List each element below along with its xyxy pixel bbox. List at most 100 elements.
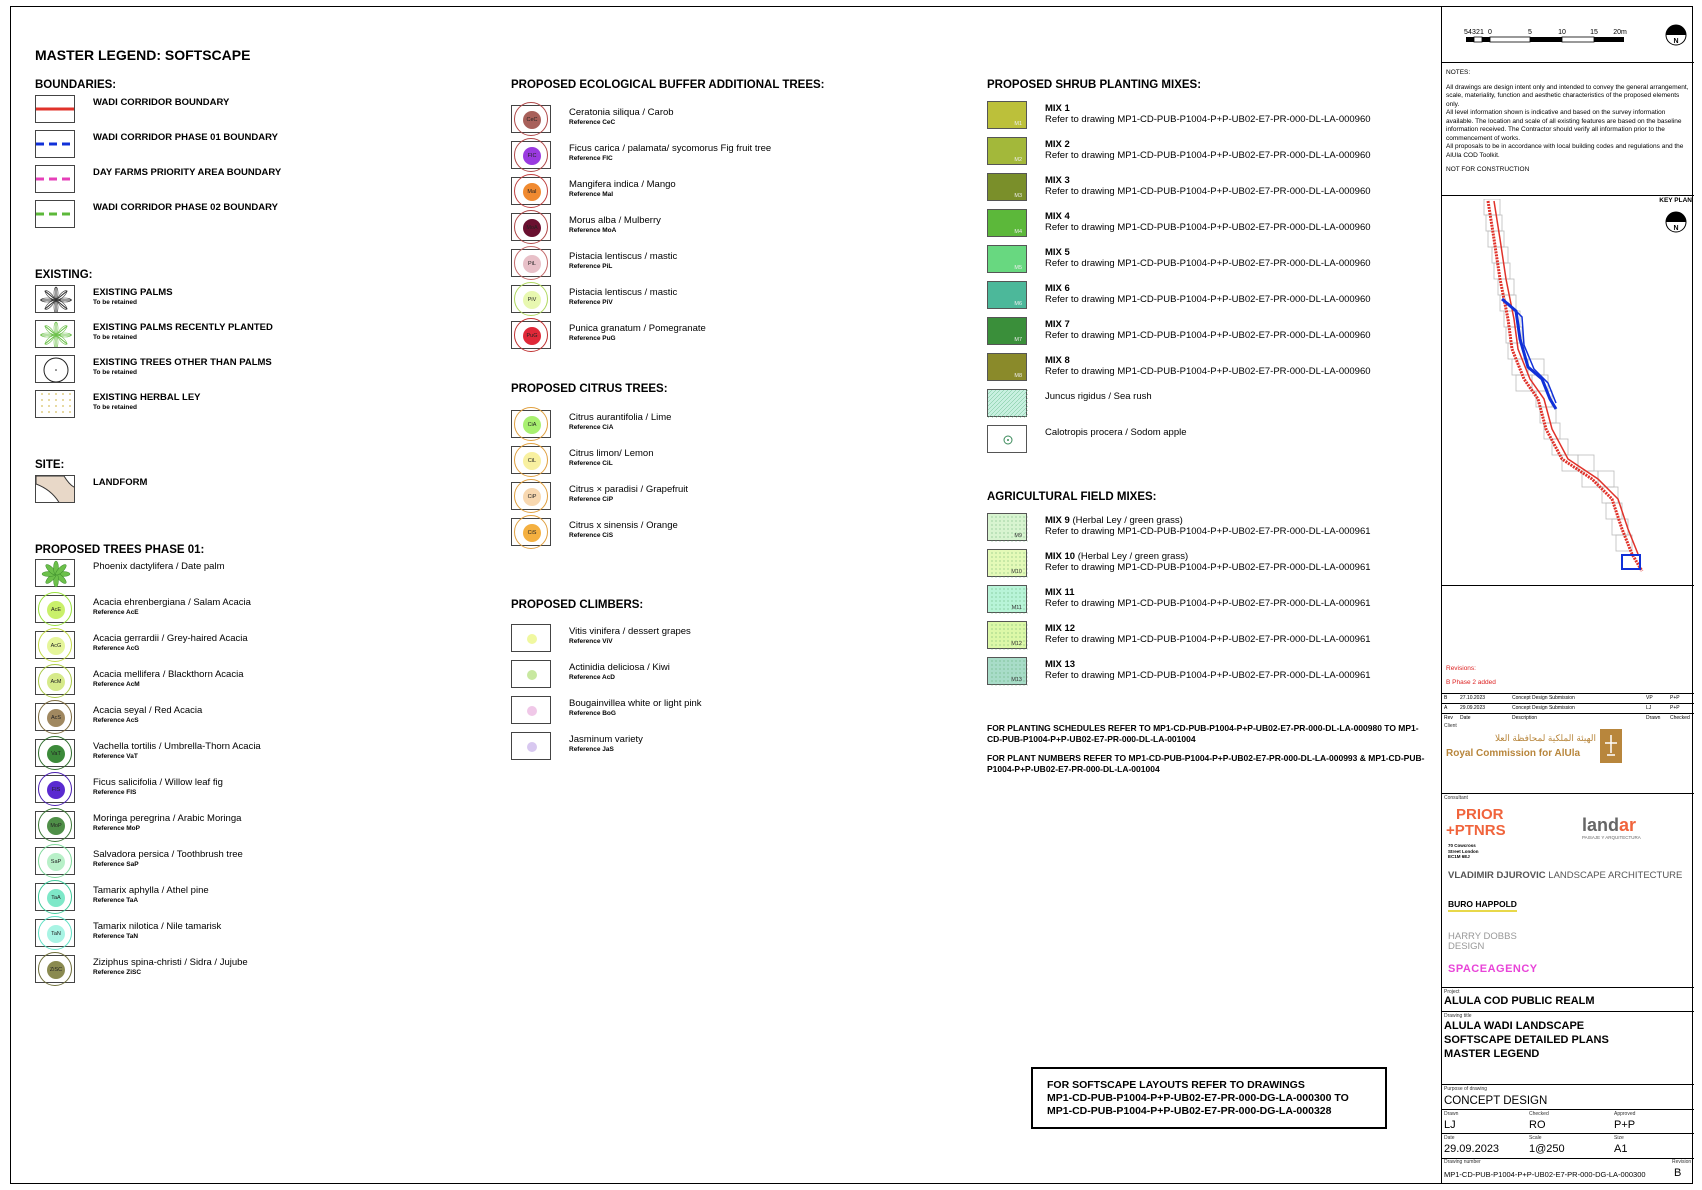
climber-label: Jasminum variety Reference JaS — [569, 734, 643, 754]
tree-dot: AcG — [47, 637, 65, 655]
tree-symbol-icon: CiS — [511, 515, 551, 549]
tree-ref: Reference TaA — [93, 897, 139, 904]
tree-row: AcE Acacia ehrenbergiana / Salam Acacia Re… — [35, 592, 475, 631]
tree-ref: Reference PiL — [569, 263, 613, 270]
notes-heading: NOTES: — [1446, 69, 1471, 76]
tree-ref: Reference CiL — [569, 460, 613, 467]
tree-dot: CiL — [523, 452, 541, 470]
rcu-emblem-icon — [1600, 729, 1622, 763]
tree-ref: Reference AcM — [93, 681, 140, 688]
palm-icon — [35, 285, 75, 313]
tree-symbol-icon: CiL — [511, 443, 551, 477]
tree-name: Salvadora persica / Toothbrush tree — [93, 849, 243, 860]
tree-symbol-icon: MoP — [35, 808, 75, 842]
tree-name: Citrus aurantifolia / Lime — [569, 412, 672, 423]
existing-title: EXISTING PALMS — [93, 287, 173, 298]
notes-block: NOTES: All drawings are design intent on… — [1446, 69, 1690, 175]
tree-label: Morus alba / Mulberry Reference MoA — [569, 215, 661, 235]
climbers-list: Vitis vinifera / dessert grapes Reference… — [511, 624, 951, 768]
tree-dot: AcE — [47, 601, 65, 619]
tree-label: Ceratonia siliqua / Carob Reference CeC — [569, 107, 674, 127]
shrub-mix-row: M1 MIX 1 Refer to drawing MP1-CD-PUB-P1004… — [987, 101, 1427, 137]
drawn-label: Drawn — [1444, 1111, 1459, 1117]
existing-heading: EXISTING: — [35, 269, 93, 281]
tree-symbol-icon: CiP — [511, 479, 551, 513]
boundary-row: WADI CORRIDOR BOUNDARY — [35, 95, 475, 130]
tree-dot: CiP — [523, 488, 541, 506]
tree-name: Punica granatum / Pomegranate — [569, 323, 706, 334]
tree-name: Acacia seyal / Red Acacia — [93, 705, 203, 716]
tree-label: Ficus salicifolia / Willow leaf fig Refer… — [93, 777, 223, 797]
tree-row: MoP Moringa peregrina / Arabic Moringa Ref… — [35, 808, 475, 847]
shrub-mix-row: M8 MIX 8 Refer to drawing MP1-CD-PUB-P1004… — [987, 353, 1427, 389]
boundary-row: WADI CORRIDOR PHASE 01 BOUNDARY — [35, 130, 475, 165]
tree-ref: Reference TaN — [93, 933, 139, 940]
climber-dot — [527, 742, 537, 752]
mix-label: MIX 6 Refer to drawing MP1-CD-PUB-P1004-P… — [1045, 283, 1371, 305]
tree-label: Tamarix aphylla / Athel pine Reference Ta… — [93, 885, 209, 905]
climber-ref: Reference JaS — [569, 746, 614, 753]
layouts-line-1: FOR SOFTSCAPE LAYOUTS REFER TO DRAWINGS — [1047, 1079, 1305, 1091]
revision-cell: 29.09.2023 — [1460, 705, 1486, 711]
existing-sub: To be retained — [93, 334, 137, 341]
legend-title: MASTER LEGEND: SOFTSCAPE — [35, 47, 251, 63]
climber-ref: Reference ViV — [569, 638, 613, 645]
site-heading: SITE: — [35, 459, 65, 471]
revision-cell: Drawn — [1646, 715, 1661, 721]
climber-ref: Reference AcD — [569, 674, 616, 681]
project-name: ALULA COD PUBLIC REALM — [1444, 995, 1595, 1007]
tree-symbol-icon: FIS — [35, 772, 75, 806]
north-label: N — [1673, 38, 1678, 45]
mix-title: MIX 2 — [1045, 139, 1070, 150]
revision-value: B — [1674, 1167, 1682, 1179]
tree-dot: AcS — [47, 709, 65, 727]
mix-swatch: M1 — [987, 101, 1027, 129]
revisions-heading: Revisions: — [1446, 665, 1476, 672]
climber-row: Actinidia deliciosa / Kiwi Reference AcD — [511, 660, 951, 696]
mix-title: MIX 4 — [1045, 211, 1070, 222]
tree-name: Ficus carica / palamata/ sycomorus Fig f… — [569, 143, 772, 154]
site-row: LANDFORM — [35, 475, 475, 511]
tree-row: AcM Acacia mellifera / Blackthorn Acacia R… — [35, 664, 475, 703]
mix-label: MIX 3 Refer to drawing MP1-CD-PUB-P1004-P… — [1045, 175, 1371, 197]
existing-sub: To be retained — [93, 404, 137, 411]
shrubs-heading: PROPOSED SHRUB PLANTING MIXES: — [987, 79, 1202, 91]
buffer-heading: PROPOSED ECOLOGICAL BUFFER ADDITIONAL TR… — [511, 79, 825, 91]
phase01-heading: PROPOSED TREES PHASE 01: — [35, 544, 205, 556]
approved-value: P+P — [1614, 1119, 1636, 1131]
site-list: LANDFORM — [35, 475, 475, 511]
boundaries-list: WADI CORRIDOR BOUNDARY WADI CORRIDOR PHAS… — [35, 95, 475, 235]
climber-ref: Reference BoG — [569, 710, 616, 717]
date-label: Date — [1444, 1135, 1455, 1141]
tree-name: Tamarix aphylla / Athel pine — [93, 885, 209, 896]
climber-dot — [527, 670, 537, 680]
climber-symbol-icon — [511, 624, 551, 652]
tree-symbol-icon: PiL — [511, 246, 551, 280]
agri-mix-row: M10 MIX 10 (Herbal Ley / green grass) Refe… — [987, 549, 1427, 585]
key-plan-north-icon: N — [1665, 211, 1687, 233]
revision-note: B Phase 2 added — [1446, 679, 1496, 686]
revision-cell: Description — [1512, 715, 1538, 721]
landform-label: LANDFORM — [93, 477, 148, 488]
note-1: All drawings are design intent only and … — [1446, 83, 1689, 108]
tree-symbol-icon: ZiSC — [35, 952, 75, 986]
mix-swatch: M9 — [987, 513, 1029, 542]
tree-label: Citrus aurantifolia / Lime Reference CiA — [569, 412, 671, 432]
tree-symbol-icon: TaN — [35, 916, 75, 950]
tree-label: Ficus carica / palamata/ sycomorus Fig f… — [569, 143, 771, 163]
mix-swatch: M11 — [987, 585, 1029, 614]
tree-symbol-icon: AcG — [35, 628, 75, 662]
citrus-heading: PROPOSED CITRUS TREES: — [511, 383, 668, 395]
mix-label: MIX 2 Refer to drawing MP1-CD-PUB-P1004-P… — [1045, 139, 1371, 161]
tree-row: FIC Ficus carica / palamata/ sycomorus Fi… — [511, 138, 951, 177]
drawing-title: ALULA WADI LANDSCAPE SOFTSCAPE DETAILED … — [1444, 1020, 1609, 1060]
mix-swatch: M2 — [987, 137, 1027, 165]
not-for-construction: NOT FOR CONSTRUCTION — [1446, 166, 1530, 173]
mix-desc: Refer to drawing MP1-CD-PUB-P1004-P+P-UB… — [1045, 114, 1371, 125]
client-name: Royal Commission for AlUla — [1446, 748, 1581, 759]
mix-label: MIX 4 Refer to drawing MP1-CD-PUB-P1004-P… — [1045, 211, 1371, 233]
tree-symbol-icon: CeC — [511, 102, 551, 136]
tree-ref: Reference FIC — [569, 155, 613, 162]
note-2: All level information shown is indicativ… — [1446, 109, 1682, 142]
note-3: All proposals to be in accordance with l… — [1446, 143, 1684, 159]
